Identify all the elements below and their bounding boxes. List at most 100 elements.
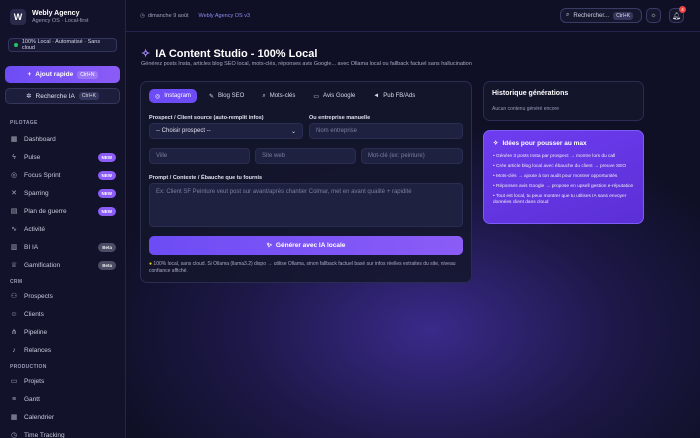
sidebar-badge: NEW	[97, 152, 116, 162]
company-input[interactable]: Nom entreprise	[309, 123, 463, 139]
notification-count: 4	[679, 6, 686, 13]
sparkle-icon: ✲	[26, 93, 32, 100]
section-production: PRODUCTION	[10, 364, 47, 370]
sidebar-item-bi-ia[interactable]: ▥ BI IA Beta	[0, 238, 125, 256]
website-input[interactable]: Site web	[255, 148, 356, 164]
tab-instagram[interactable]: ◎ Instagram	[149, 89, 197, 103]
search-label: Rechercher...	[573, 12, 610, 19]
quick-add-shortcut: Ctrl+N	[77, 70, 98, 79]
brand[interactable]: W Webly Agency Agency OS · Local-first	[0, 0, 125, 25]
theme-toggle-button[interactable]: ☼	[646, 8, 661, 23]
sidebar-item-calendrier[interactable]: ▦ Calendrier	[0, 408, 125, 426]
sidebar-item-label: Sparring	[24, 189, 49, 197]
website-placeholder: Site web	[262, 153, 286, 159]
sidebar-item-dashboard[interactable]: ▦ Dashboard	[0, 130, 125, 148]
sidebar-item-clients[interactable]: ☺ Clients	[0, 305, 125, 323]
brand-subtitle: Agency OS · Local-first	[32, 18, 89, 24]
sidebar-item-projets[interactable]: ▭ Projets	[0, 372, 125, 390]
search-icon: ⌕	[262, 92, 266, 99]
sidebar-item-relances[interactable]: ♪ Relances	[0, 341, 125, 359]
sidebar-item-label: Pulse	[24, 153, 41, 161]
trophy-icon: ♕	[10, 262, 18, 269]
idea-item: • Tout est local, tu peux montrer que tu…	[493, 193, 627, 206]
quick-add-label: Ajout rapide	[35, 71, 74, 78]
sidebar-item-gamification[interactable]: ♕ Gamification Beta	[0, 256, 125, 274]
ai-search-button[interactable]: ✲ Recherche IA Ctrl+K	[5, 88, 120, 104]
tab-google-reviews[interactable]: ▭ Avis Google	[307, 89, 361, 103]
brand-logo-icon: W	[10, 9, 26, 25]
keyword-input[interactable]: Mot-clé (ex: peinture)	[361, 148, 463, 164]
search-button[interactable]: ⌕ Rechercher... Ctrl+K	[560, 8, 642, 23]
sidebar-badge: Beta	[98, 242, 116, 252]
sidebar-item-focus-sprint[interactable]: ◎ Focus Sprint NEW	[0, 166, 125, 184]
sidebar-badge: NEW	[97, 206, 116, 216]
chevron-down-icon: ⌄	[290, 128, 296, 135]
idea-item: • Réponses avis Google → propose en upse…	[493, 183, 634, 189]
sidebar-item-prospects[interactable]: ⚇ Prospects	[0, 287, 125, 305]
tab-label: Blog SEO	[217, 93, 245, 99]
clock-icon: ◷	[10, 432, 18, 438]
message-icon: ▭	[313, 93, 320, 100]
status-pill-text: 100% Local · Automatisé · Sans cloud	[21, 39, 101, 51]
sun-icon: ☼	[650, 12, 657, 19]
sidebar-item-sparring[interactable]: ✕ Sparring NEW	[0, 184, 125, 202]
plus-icon: +	[27, 71, 32, 78]
pen-icon: ✎	[208, 93, 214, 100]
bell-icon: ♪	[12, 346, 16, 354]
prospect-label: Prospect / Client source (auto-remplit i…	[149, 115, 264, 121]
page-subtitle: Générez posts Insta, articles blog SEO l…	[141, 61, 472, 67]
lightbulb-icon: ●	[149, 261, 153, 267]
local-info-note: ● 100% local, sans cloud. Si Ollama (lla…	[149, 261, 461, 275]
company-label: Ou entreprise manuelle	[309, 115, 371, 121]
keyword-placeholder: Mot-clé (ex: peinture)	[368, 153, 425, 159]
idea-item: • Génère 3 posts Insta par prospect → mo…	[493, 154, 616, 159]
sidebar-item-time-tracking[interactable]: ◷ Time Tracking	[0, 426, 125, 438]
ideas-card: ✧ Idées pour pousser au max • Génère 3 p…	[483, 130, 644, 224]
activity-icon: ∿	[11, 226, 17, 233]
os-version: Webly Agency OS v3	[198, 12, 251, 19]
sidebar-item-label: Plan de guerre	[24, 207, 67, 215]
history-card	[483, 81, 644, 121]
ai-search-shortcut: Ctrl+K	[78, 92, 99, 100]
notifications-button[interactable]: 🔔︎ 4	[669, 6, 686, 23]
prospect-select[interactable]: -- Choisir prospect -- ⌄	[149, 123, 303, 139]
generate-button[interactable]: ✨︎ Générer avec IA locale	[149, 236, 463, 255]
pipeline-icon: ⋔	[11, 329, 17, 336]
sparkles-icon: ✧	[493, 140, 499, 147]
prompt-textarea[interactable]: Ex: Client SF Peinture veut post sur ava…	[149, 183, 463, 227]
sidebar-item-label: Dashboard	[24, 135, 56, 143]
tab-label: Mots-clés	[269, 93, 296, 99]
sparkles-icon: ✨︎	[266, 241, 272, 249]
sidebar-item-label: Relances	[24, 346, 52, 354]
sidebar-item-gantt[interactable]: ≡ Gantt	[0, 390, 125, 408]
tab-label: Avis Google	[323, 93, 356, 99]
sidebar-item-label: Focus Sprint	[24, 171, 61, 179]
prompt-label: Prompt / Contexte / Ébauche que tu fourn…	[149, 175, 263, 181]
sidebar-item-label: Time Tracking	[24, 431, 65, 438]
brand-name: Webly Agency	[32, 10, 80, 17]
tabs: ◎ Instagram ✎ Blog SEO ⌕ Mots-clés ▭ Avis Go…	[149, 89, 421, 103]
sidebar-item-pulse[interactable]: ϟ Pulse NEW	[0, 148, 125, 166]
sidebar-item-label: Activité	[24, 225, 45, 233]
tab-blog-seo[interactable]: ✎ Blog SEO	[203, 89, 250, 103]
sidebar-item-label: Projets	[24, 377, 45, 385]
target-icon: ◎	[10, 172, 18, 179]
sidebar-item-activit-[interactable]: ∿ Activité	[0, 220, 125, 238]
city-input[interactable]: Ville	[149, 148, 250, 164]
users-icon: ⚇	[10, 293, 18, 300]
date-text: dimanche 9 août	[147, 12, 189, 19]
tab-label: Pub FB/Ads	[383, 93, 416, 99]
sidebar-item-label: Gantt	[24, 395, 40, 403]
status-dot-icon	[14, 43, 18, 47]
sidebar-item-pipeline[interactable]: ⋔ Pipeline	[0, 323, 125, 341]
instagram-icon: ◎	[155, 93, 161, 100]
megaphone-icon: ◄	[373, 93, 380, 99]
tab-fb-ads[interactable]: ◄ Pub FB/Ads	[367, 89, 421, 103]
quick-add-button[interactable]: + Ajout rapide Ctrl+N	[5, 66, 120, 83]
ai-search-label: Recherche IA	[35, 92, 75, 100]
ideas-list: • Génère 3 posts Insta par prospect → mo…	[493, 154, 639, 210]
sidebar-item-plan-de-guerre[interactable]: ▤ Plan de guerre NEW	[0, 202, 125, 220]
page-title: ✧ IA Content Studio - 100% Local	[141, 47, 317, 61]
idea-item: • Mots-clés → ajoute à ton audit pour mo…	[493, 173, 618, 179]
tab-keywords[interactable]: ⌕ Mots-clés	[256, 89, 301, 103]
